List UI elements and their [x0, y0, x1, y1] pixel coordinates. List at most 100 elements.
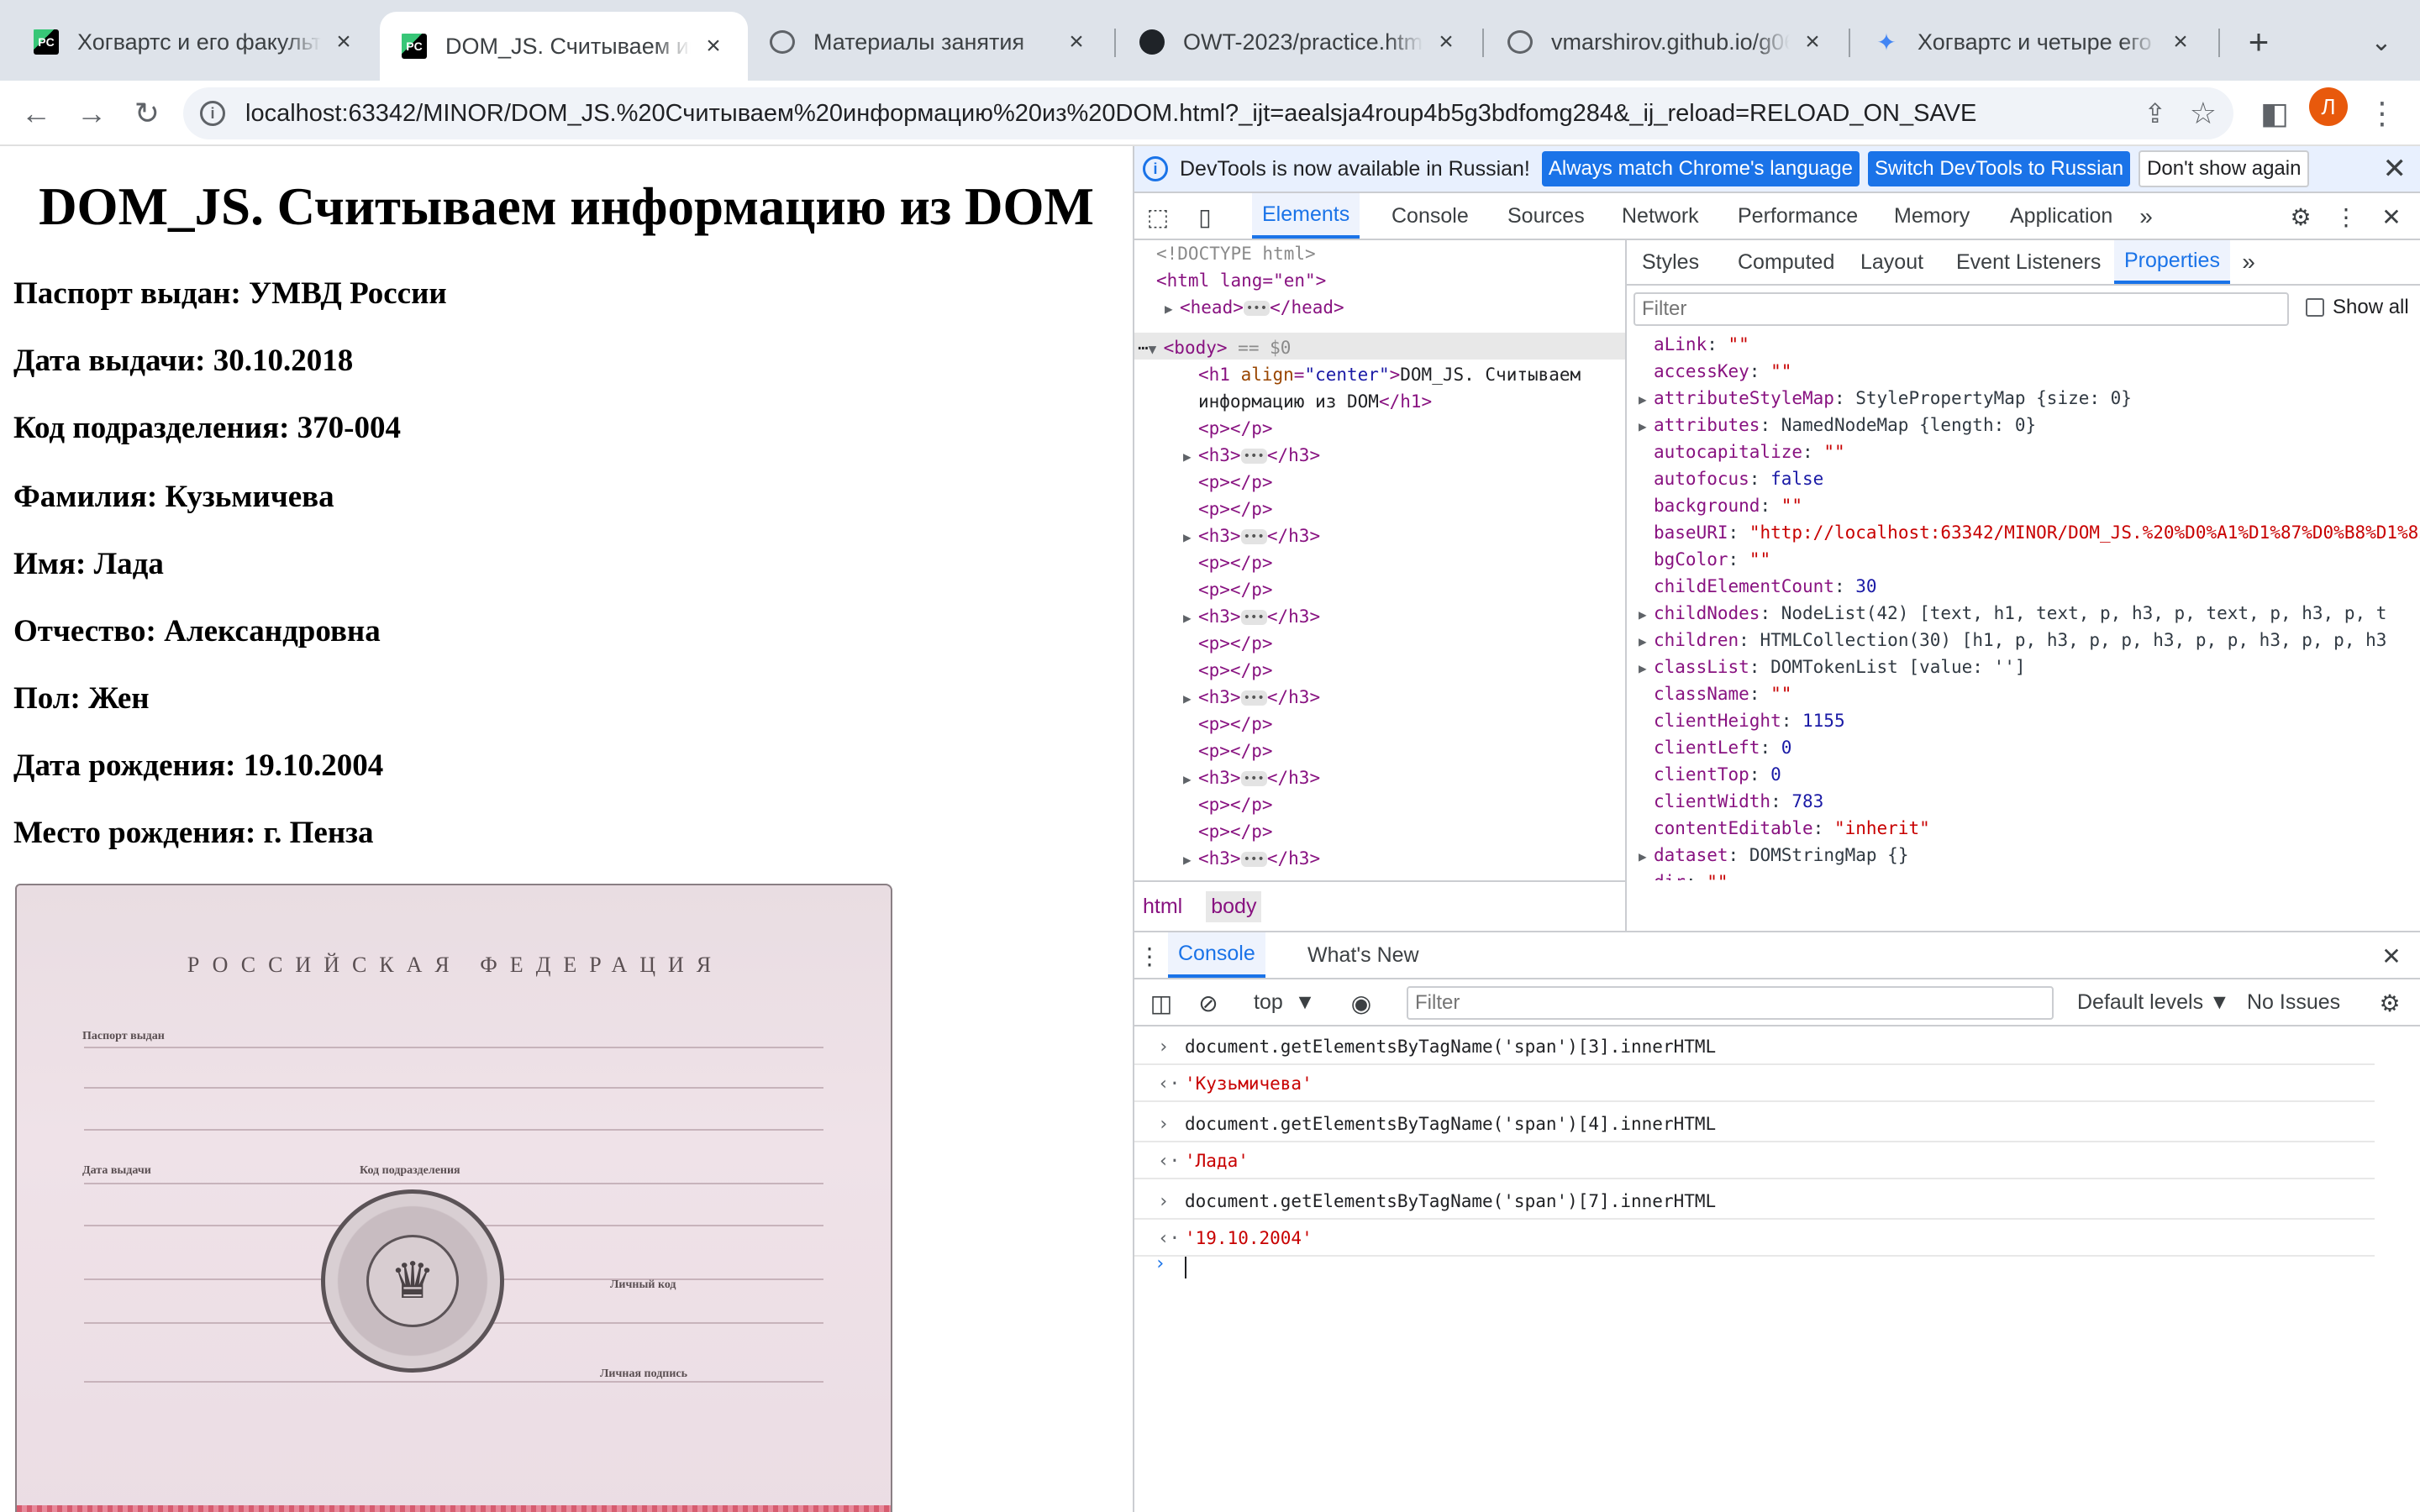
ellipsis-icon[interactable]: ••• — [1240, 690, 1267, 706]
dom-node[interactable]: <!DOCTYPE html> — [1156, 240, 1316, 267]
tab-layout[interactable]: Layout — [1850, 240, 1933, 284]
ellipsis-icon[interactable]: ••• — [1240, 610, 1267, 625]
property-row[interactable]: autocapitalize: "" — [1639, 438, 1845, 465]
property-row[interactable]: clientTop: 0 — [1639, 761, 1781, 788]
tab-whats-new[interactable]: What's New — [1297, 932, 1429, 978]
profile-avatar[interactable]: Л — [2309, 87, 2348, 126]
show-all-toggle[interactable]: Show all — [2306, 296, 2409, 319]
dom-node[interactable]: ▶ <h3> ••• </h3> — [1183, 845, 1320, 874]
log-levels-dropdown[interactable]: Default levels ▼ — [2067, 979, 2240, 1025]
property-row[interactable]: ▶ attributes: NamedNodeMap {length: 0} — [1639, 412, 2036, 440]
menu-kebab-icon[interactable]: ⋮ — [2360, 91, 2405, 136]
ellipsis-icon[interactable]: ••• — [1240, 852, 1267, 867]
close-icon[interactable]: × — [1064, 28, 1089, 56]
tab-memory[interactable]: Memory — [1884, 193, 1980, 239]
switch-language-button[interactable]: Switch DevTools to Russian — [1867, 151, 2131, 186]
drawer-menu-icon[interactable]: ⋮ — [1134, 941, 1165, 971]
expand-triangle-icon[interactable]: ▶ — [1639, 601, 1654, 628]
match-language-button[interactable]: Always match Chrome's language — [1541, 151, 1860, 186]
browser-tab[interactable]: ✦ Хогвартс и четыре его факультета × — [1852, 12, 2215, 72]
eye-icon[interactable]: ◉ — [1346, 988, 1376, 1018]
close-icon[interactable]: ✕ — [2383, 152, 2407, 186]
tab-network[interactable]: Network — [1612, 193, 1709, 239]
show-all-checkbox[interactable] — [2306, 298, 2324, 317]
collapse-triangle-icon[interactable]: ▼ — [1149, 336, 1164, 363]
expand-triangle-icon[interactable]: ▶ — [1183, 444, 1198, 470]
site-info-icon[interactable]: i — [200, 101, 225, 126]
expand-triangle-icon[interactable]: ▶ — [1165, 296, 1180, 323]
bookmark-star-icon[interactable]: ☆ — [2190, 96, 2217, 131]
console-input-line[interactable]: › document.getElementsByTagName('span')[4… — [1134, 1107, 2375, 1142]
tab-performance[interactable]: Performance — [1728, 193, 1868, 239]
property-row[interactable]: clientWidth: 783 — [1639, 788, 1823, 815]
dom-node[interactable]: ▶ <h3> ••• </h3> — [1183, 603, 1320, 632]
tab-console[interactable]: Console — [1381, 193, 1479, 239]
ellipsis-icon[interactable]: ••• — [1240, 529, 1267, 544]
new-tab-button[interactable]: + — [2235, 18, 2282, 66]
tab-elements[interactable]: Elements — [1252, 193, 1360, 239]
browser-tab[interactable]: Материалы занятия × — [748, 12, 1111, 72]
property-row[interactable]: ▶ classList: DOMTokenList [value: ''] — [1639, 654, 2026, 682]
property-row[interactable]: baseURI: "http://localhost:63342/MINOR/D… — [1639, 519, 2420, 546]
issues-counter[interactable]: No Issues — [2237, 979, 2350, 1025]
dom-node[interactable]: <p></p> — [1198, 791, 1273, 818]
property-row[interactable]: className: "" — [1639, 680, 1791, 707]
dom-node[interactable]: <p></p> — [1198, 549, 1273, 576]
console-filter-input[interactable] — [1407, 986, 2054, 1020]
close-icon[interactable]: × — [331, 28, 356, 56]
tab-search-chevron-icon[interactable]: ⌄ — [2358, 18, 2405, 66]
property-row[interactable]: bgColor: "" — [1639, 546, 1770, 573]
browser-tab[interactable]: OWT-2023/practice.html at main × — [1118, 12, 1481, 72]
url-text[interactable]: localhost:63342/MINOR/DOM_JS.%20Считывае… — [245, 100, 1976, 128]
console-result-line[interactable]: ‹· '19.10.2004' — [1134, 1221, 2375, 1257]
ellipsis-icon[interactable]: ••• — [1240, 771, 1267, 786]
context-selector[interactable]: top ▼ — [1244, 979, 1325, 1025]
dom-node[interactable]: <p></p> — [1198, 469, 1273, 496]
more-tabs-chevron-icon[interactable]: » — [2233, 247, 2264, 277]
property-row[interactable]: ▶ childNodes: NodeList(42) [text, h1, tex… — [1639, 600, 2386, 628]
forward-button[interactable]: → — [69, 91, 114, 136]
dom-node[interactable]: ▶ <h3> ••• </h3> — [1183, 684, 1320, 712]
inspect-element-icon[interactable]: ⬚ — [1143, 202, 1173, 232]
browser-tab-active[interactable]: PC DOM_JS. Считываем информацию из DOM × — [380, 12, 748, 81]
expand-triangle-icon[interactable]: ▶ — [1639, 628, 1654, 655]
property-row[interactable]: dir: "" — [1639, 869, 1728, 880]
property-row[interactable]: aLink: "" — [1639, 331, 1749, 358]
dom-node[interactable]: <h1 align="center">DOM_JS. Считываем — [1198, 361, 1581, 388]
console-result-line[interactable]: ‹· 'Кузьмичева' — [1134, 1067, 2375, 1102]
property-row[interactable]: childElementCount: 30 — [1639, 573, 1877, 600]
dom-node[interactable]: информацию из DOM</h1> — [1198, 388, 1432, 415]
breadcrumb-body[interactable]: body — [1206, 890, 1262, 922]
dom-node[interactable]: <p></p> — [1198, 576, 1273, 603]
property-row[interactable]: background: "" — [1639, 492, 1802, 519]
ellipsis-icon[interactable]: ••• — [1240, 449, 1267, 464]
close-icon[interactable]: × — [701, 32, 726, 60]
ellipsis-icon[interactable]: ••• — [1243, 301, 1270, 316]
breadcrumb-html[interactable]: html — [1143, 895, 1182, 919]
close-icon[interactable]: ✕ — [2376, 941, 2407, 971]
address-bar[interactable]: i localhost:63342/MINOR/DOM_JS.%20Считыв… — [183, 87, 2233, 139]
kebab-menu-icon[interactable]: ⋮ — [2331, 202, 2361, 232]
tab-sources[interactable]: Sources — [1497, 193, 1595, 239]
sidebar-toggle-icon[interactable]: ◫ — [1146, 988, 1176, 1018]
property-row[interactable]: clientLeft: 0 — [1639, 734, 1791, 761]
expand-triangle-icon[interactable]: ▶ — [1183, 605, 1198, 632]
expand-triangle-icon[interactable]: ▶ — [1639, 843, 1654, 870]
dom-node[interactable]: ▶ <h3> ••• </h3> — [1183, 522, 1320, 551]
expand-triangle-icon[interactable]: ▶ — [1183, 847, 1198, 874]
console-result-line[interactable]: ‹· 'Лада' — [1134, 1144, 2375, 1179]
close-icon[interactable]: × — [1800, 28, 1825, 56]
dom-node[interactable]: <p></p> — [1198, 657, 1273, 684]
dom-node[interactable]: <p></p> — [1198, 415, 1273, 442]
console-input-line[interactable]: › document.getElementsByTagName('span')[7… — [1134, 1184, 2375, 1220]
gear-icon[interactable]: ⚙ — [2286, 202, 2316, 232]
dom-node[interactable]: <html lang="en"> — [1156, 267, 1326, 294]
tab-drawer-console[interactable]: Console — [1168, 932, 1265, 978]
side-panel-icon[interactable]: ◧ — [2252, 91, 2297, 136]
property-row[interactable]: ▶ children: HTMLCollection(30) [h1, p, h3… — [1639, 627, 2386, 655]
tab-event-listeners[interactable]: Event Listeners — [1946, 240, 2111, 284]
tab-properties[interactable]: Properties — [2114, 240, 2230, 284]
expand-triangle-icon[interactable]: ▶ — [1639, 386, 1654, 413]
properties-filter-input[interactable] — [1634, 292, 2289, 326]
property-row[interactable]: ▶ attributeStyleMap: StylePropertyMap {si… — [1639, 385, 2132, 413]
